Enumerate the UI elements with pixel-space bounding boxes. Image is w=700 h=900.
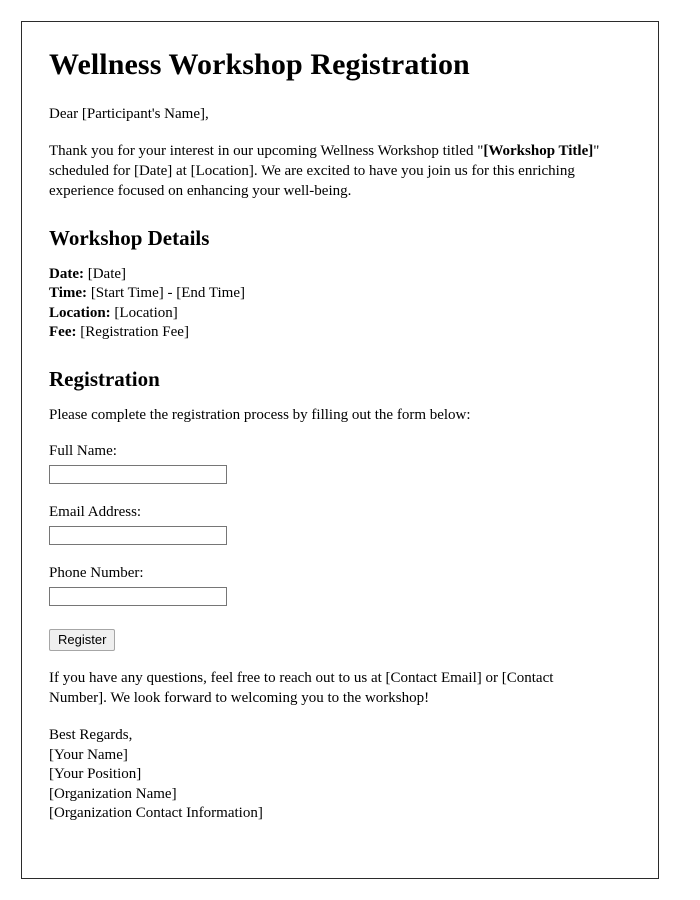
- phone-label: Phone Number:: [49, 564, 144, 581]
- detail-label-date: Date:: [49, 265, 84, 282]
- detail-row-location: Location: [Location]: [49, 304, 618, 324]
- signature-block: Best Regards, [Your Name] [Your Position…: [49, 726, 618, 824]
- workshop-details-heading: Workshop Details: [49, 225, 210, 250]
- detail-value-location: [Location]: [114, 304, 178, 321]
- intro-paragraph: Thank you for your interest in our upcom…: [49, 142, 601, 201]
- document-body: Wellness Workshop Registration Dear [Par…: [22, 22, 658, 824]
- signature-line-position: [Your Position]: [49, 766, 142, 783]
- full-name-label: Full Name:: [49, 442, 117, 459]
- detail-row-date: Date: [Date]: [49, 265, 618, 285]
- detail-label-location: Location:: [49, 304, 111, 321]
- field-group-full-name: Full Name:: [49, 442, 618, 484]
- salutation-text: Dear [Participant's Name],: [49, 105, 209, 122]
- closing-paragraph: If you have any questions, feel free to …: [49, 669, 554, 706]
- field-group-phone: Phone Number:: [49, 564, 618, 606]
- detail-value-date: [Date]: [87, 265, 127, 282]
- workshop-details-list: Date: [Date] Time: [Start Time] - [End T…: [49, 265, 618, 343]
- signature-line-regards: Best Regards,: [49, 727, 133, 744]
- detail-value-time: [Start Time] - [End Time]: [90, 285, 245, 302]
- registration-instruction: Please complete the registration process…: [49, 407, 471, 424]
- registration-form: Full Name: Email Address: Phone Number: …: [49, 442, 618, 669]
- registration-heading: Registration: [49, 366, 160, 391]
- register-button[interactable]: Register: [49, 628, 116, 651]
- phone-input[interactable]: [49, 586, 227, 606]
- field-group-email: Email Address:: [49, 503, 618, 545]
- detail-value-fee: [Registration Fee]: [80, 324, 189, 341]
- full-name-input[interactable]: [49, 464, 227, 484]
- detail-row-fee: Fee: [Registration Fee]: [49, 323, 618, 343]
- intro-text-part-1: Thank you for your interest in our upcom…: [49, 143, 484, 160]
- signature-line-organization: [Organization Name]: [49, 785, 177, 802]
- email-label: Email Address:: [49, 503, 142, 520]
- detail-label-fee: Fee:: [49, 324, 77, 341]
- signature-line-contact: [Organization Contact Information]: [49, 805, 263, 822]
- email-input[interactable]: [49, 525, 227, 545]
- detail-label-time: Time:: [49, 285, 88, 302]
- workshop-title-placeholder: [Workshop Title]: [483, 143, 594, 160]
- signature-line-name: [Your Name]: [49, 746, 128, 763]
- document-page: Wellness Workshop Registration Dear [Par…: [21, 21, 659, 879]
- detail-row-time: Time: [Start Time] - [End Time]: [49, 284, 618, 304]
- page-title: Wellness Workshop Registration: [49, 48, 470, 81]
